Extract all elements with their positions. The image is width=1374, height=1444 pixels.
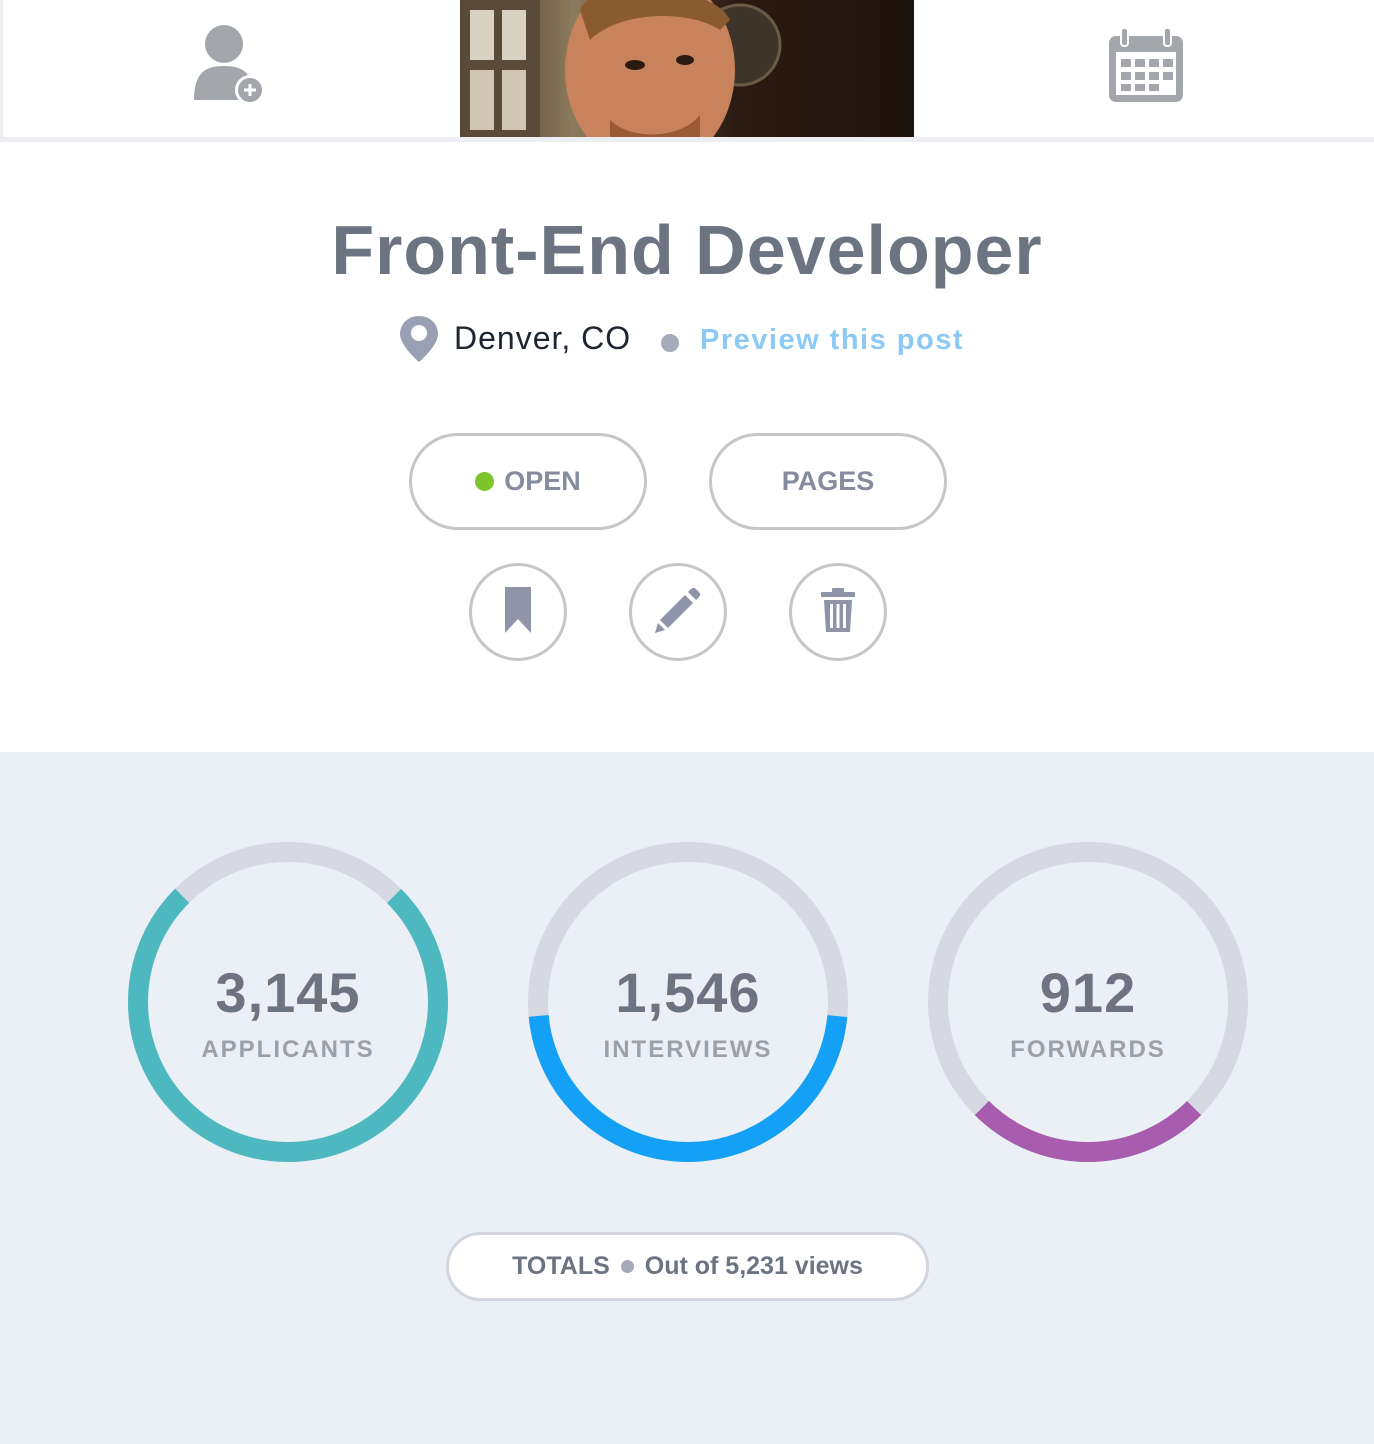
stat-label: FORWARDS [1010,1036,1166,1063]
stat-applicants: 3,145 APPLICANTS [128,842,448,1162]
pages-button[interactable]: PAGES [709,433,947,530]
job-title: Front-End Developer [331,211,1043,289]
totals-badge: TOTALS Out of 5,231 views [446,1232,929,1301]
separator-dot [620,1260,634,1273]
profile-photo[interactable] [460,0,914,137]
add-user-icon[interactable] [190,22,270,105]
separator-dot [661,334,679,352]
trash-icon [820,587,856,637]
stat-label: INTERVIEWS [603,1036,773,1063]
job-location: Denver, CO [454,320,632,356]
stat-interviews: 1,546 INTERVIEWS [528,842,848,1162]
totals-label: TOTALS [512,1252,610,1280]
stat-value: 1,546 [615,961,761,1024]
location-row: Denver, CO Preview this post [0,312,1374,364]
bookmark-icon [503,586,533,638]
divider [0,0,3,137]
bookmark-button[interactable] [469,563,567,661]
delete-button[interactable] [789,563,887,661]
stat-value: 912 [1039,961,1137,1024]
stat-forwards: 912 FORWARDS [928,842,1248,1162]
status-open-button[interactable]: OPEN [409,433,647,530]
location-pin-icon [399,314,439,364]
totals-text: Out of 5,231 views [644,1252,863,1280]
preview-post-link[interactable]: Preview this post [700,324,964,357]
edit-button[interactable] [629,563,727,661]
stat-value: 3,145 [215,961,361,1024]
calendar-icon[interactable] [1106,26,1186,106]
pages-label: PAGES [781,466,875,496]
pencil-icon [654,586,702,639]
status-indicator [475,472,495,491]
status-label: OPEN [504,466,581,496]
top-bar [0,0,1374,142]
stats-panel: 3,145 APPLICANTS 1,546 INTERVIEWS 912 FO… [0,752,1374,1444]
stat-label: APPLICANTS [201,1036,375,1063]
